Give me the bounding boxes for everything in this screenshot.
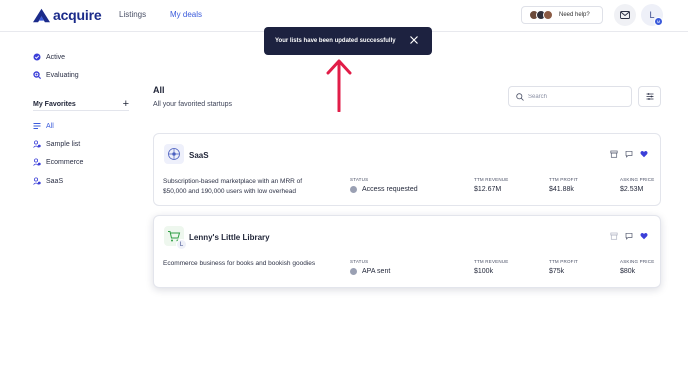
sidebar-item-label: Active: [46, 53, 66, 61]
sidebar-item-active[interactable]: Active: [33, 53, 65, 61]
filter-icon: [646, 93, 653, 100]
sidebar-item-label: Evaluating: [46, 71, 79, 79]
list-users-icon: [33, 158, 41, 166]
acquire-logo-icon: [33, 8, 50, 22]
status-column: STATUS Access requested: [350, 177, 418, 193]
revenue-label: TTM REVENUE: [474, 177, 509, 182]
filter-button[interactable]: [638, 86, 661, 107]
sidebar-item-all[interactable]: All: [33, 122, 54, 130]
divider: [33, 110, 129, 111]
user-menu-button[interactable]: L M: [641, 4, 663, 26]
status-column: STATUS APA sent: [350, 259, 390, 275]
active-status-icon: [33, 53, 41, 61]
annotation-arrow-icon: [326, 59, 352, 112]
price-value: $2.53M: [620, 186, 644, 193]
sidebar-item-label: Sample list: [46, 140, 81, 148]
logo-initial-badge: L: [176, 239, 187, 250]
page-title: All: [153, 85, 165, 95]
startup-card[interactable]: SaaS Subscription-based marketplace with…: [153, 133, 661, 206]
revenue-value: $100k: [474, 268, 494, 275]
price-value: $80k: [620, 268, 636, 275]
chat-icon[interactable]: [625, 232, 633, 240]
mail-icon: [620, 11, 630, 19]
favorites-header: My Favorites +: [33, 99, 129, 110]
sidebar-item-label: All: [46, 122, 54, 130]
revenue-column: TTM REVENUE $12.67M: [474, 177, 508, 193]
chat-icon[interactable]: [625, 150, 633, 158]
profit-value: $75k: [549, 268, 565, 275]
avatar: [543, 10, 553, 20]
startup-name[interactable]: SaaS: [189, 151, 209, 160]
user-badge: M: [654, 17, 663, 26]
toast-message: Your lists have been updated successfull…: [275, 38, 396, 44]
status-label: STATUS: [350, 259, 369, 264]
startup-logo: L: [164, 226, 187, 250]
status-value: APA sent: [362, 268, 391, 275]
archive-icon[interactable]: [610, 232, 618, 240]
search-input[interactable]: [528, 93, 628, 100]
sidebar-item-label: Ecommerce: [46, 158, 84, 166]
profit-label: TTM PROFIT: [549, 177, 578, 182]
nav-my-deals-link[interactable]: My deals: [170, 10, 202, 19]
list-icon: [33, 122, 41, 130]
need-help-label: Need help?: [559, 12, 590, 18]
profit-value: $41.88k: [549, 186, 574, 193]
inbox-button[interactable]: [614, 4, 636, 26]
archive-icon[interactable]: [610, 150, 618, 158]
sidebar-item-ecommerce[interactable]: Ecommerce: [33, 158, 83, 166]
status-clock-icon: [350, 186, 357, 193]
startup-card[interactable]: L Lenny's Little Library Ecommerce busin…: [153, 215, 661, 288]
favorites-title: My Favorites: [33, 101, 76, 108]
search-icon: [516, 92, 524, 101]
close-icon[interactable]: [409, 35, 419, 45]
saas-network-icon: [168, 148, 180, 160]
profit-column: TTM PROFIT $75k: [549, 259, 578, 275]
revenue-value: $12.67M: [474, 186, 502, 193]
evaluating-icon: [33, 71, 41, 79]
revenue-column: TTM REVENUE $100k: [474, 259, 508, 275]
sidebar-item-label: SaaS: [46, 177, 64, 185]
card-actions: [610, 150, 648, 158]
profit-column: TTM PROFIT $41.88k: [549, 177, 578, 193]
list-users-icon: [33, 177, 41, 185]
support-avatars: [529, 10, 553, 20]
startup-name[interactable]: Lenny's Little Library: [189, 233, 270, 242]
list-users-icon: [33, 140, 41, 148]
page-subtitle: All your favorited startups: [153, 101, 232, 108]
sidebar-item-sample-list[interactable]: Sample list: [33, 140, 80, 148]
sidebar-item-saas[interactable]: SaaS: [33, 177, 63, 185]
startup-logo: [164, 144, 184, 164]
startup-description: Subscription-based marketplace with an M…: [163, 178, 303, 195]
price-label: ASKING PRICE: [620, 177, 655, 182]
brand-logo[interactable]: acquire: [33, 7, 102, 23]
price-column: ASKING PRICE $2.53M: [620, 177, 654, 193]
card-actions: [610, 232, 648, 240]
startup-description: Ecommerce business for books and bookish…: [163, 260, 316, 267]
brand-name: acquire: [53, 7, 102, 23]
success-toast: Your lists have been updated successfull…: [264, 27, 432, 55]
add-list-plus-icon[interactable]: +: [123, 99, 129, 110]
heart-icon[interactable]: [640, 232, 648, 240]
revenue-label: TTM REVENUE: [474, 259, 509, 264]
status-clock-icon: [350, 268, 357, 275]
status-value: Access requested: [362, 186, 418, 193]
price-label: ASKING PRICE: [620, 259, 655, 264]
nav-listings-link[interactable]: Listings: [119, 10, 146, 19]
search-box[interactable]: [508, 86, 632, 107]
price-column: ASKING PRICE $80k: [620, 259, 654, 275]
heart-icon[interactable]: [640, 150, 648, 158]
profit-label: TTM PROFIT: [549, 259, 578, 264]
need-help-button[interactable]: Need help?: [521, 6, 603, 24]
sidebar-item-evaluating[interactable]: Evaluating: [33, 71, 79, 79]
status-label: STATUS: [350, 177, 369, 182]
